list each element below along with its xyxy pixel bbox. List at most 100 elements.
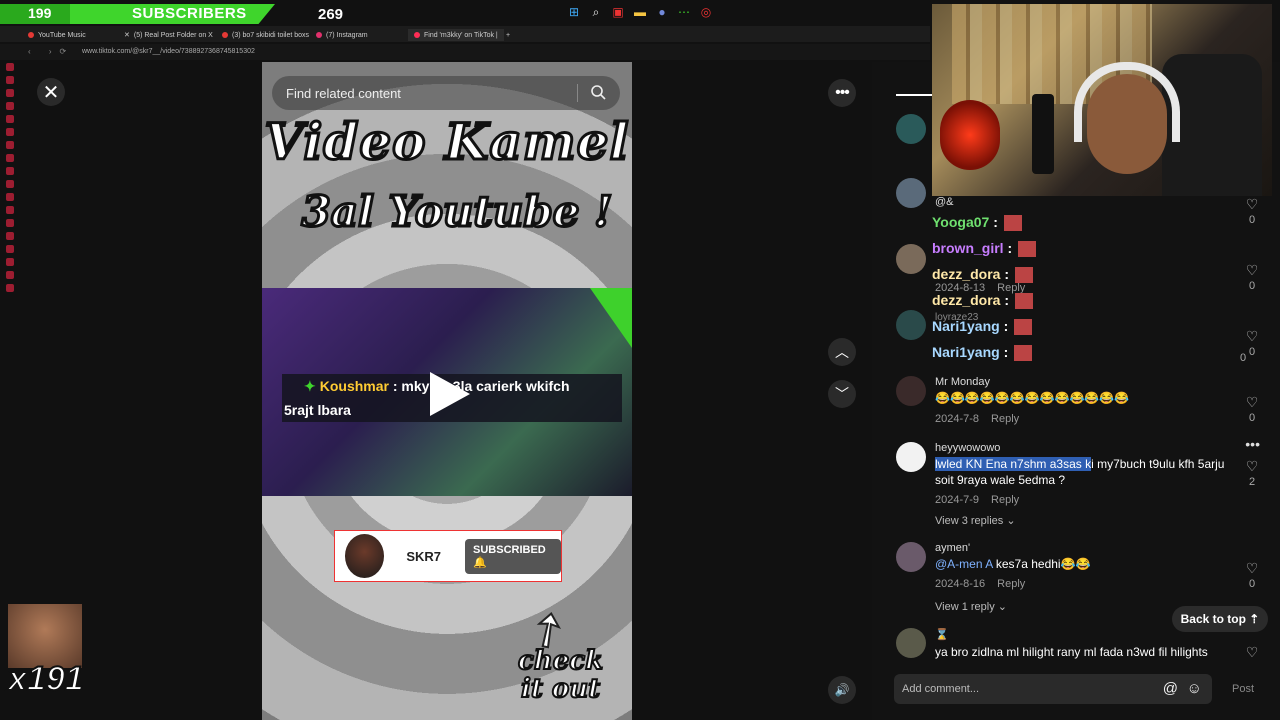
post-button[interactable]: Post [1232, 683, 1254, 695]
comment-username[interactable]: ⌛ [935, 628, 949, 641]
windows-icon[interactable]: ⊞ [566, 4, 582, 20]
comment-username[interactable]: Mr Monday [935, 376, 990, 388]
url-text[interactable]: www.tiktok.com/@skr7__/video/73889273687… [82, 48, 255, 55]
combo-counter: x191 [7, 659, 85, 699]
reply-link[interactable]: Reply [991, 494, 1019, 506]
search-input[interactable]: Find related content [286, 86, 401, 101]
subscriber-label: SUBSCRIBERS [132, 5, 247, 22]
sidebar-app-icon[interactable] [6, 128, 14, 136]
like-count: 0 [1248, 346, 1256, 358]
x-icon: ✕ [124, 32, 130, 39]
subscriber-goal: 269 [318, 6, 344, 23]
subscribed-button: SUBSCRIBED 🔔 [465, 538, 561, 574]
avatar[interactable] [896, 442, 926, 472]
search-icon[interactable] [590, 84, 606, 100]
sidebar-app-icon[interactable] [6, 180, 14, 188]
search-icon[interactable]: ⌕ [588, 4, 604, 20]
chat-user: Koushmar [319, 378, 389, 394]
comment-meta: 2024-7-9 Reply [935, 494, 1020, 506]
sidebar-app-icon[interactable] [6, 206, 14, 214]
heart-icon[interactable]: ♡ [1244, 560, 1260, 577]
like-count: 0 [1248, 578, 1256, 590]
previous-video-button[interactable]: ︿ [828, 338, 856, 366]
sidebar-app-icon[interactable] [6, 284, 14, 292]
chat-overlay-row: Yooga07 : [932, 214, 1022, 232]
play-icon[interactable] [430, 372, 470, 416]
avatar[interactable] [896, 376, 926, 406]
discord-icon[interactable]: ● [654, 4, 670, 20]
sidebar-app-icon[interactable] [6, 89, 14, 97]
heart-icon[interactable]: ♡ [1244, 458, 1260, 475]
avatar[interactable] [896, 628, 926, 658]
sidebar-app-icon[interactable] [6, 76, 14, 84]
folder-icon[interactable]: ▬ [632, 4, 648, 20]
sidebar-app-icon[interactable] [6, 167, 14, 175]
sidebar-app-icon[interactable] [6, 63, 14, 71]
heart-icon[interactable]: ♡ [1244, 196, 1260, 213]
avatar[interactable] [896, 114, 926, 144]
volume-icon[interactable]: 🔊 [828, 676, 856, 704]
chevron-down-icon: ⌄ [1006, 515, 1016, 527]
app-icon[interactable]: ⋯ [676, 4, 692, 20]
sidebar-app-icon[interactable] [6, 193, 14, 201]
sidebar-app-icon[interactable] [6, 232, 14, 240]
next-video-button[interactable]: ﹀ [828, 380, 856, 408]
check-it-out-text: check it out [517, 646, 604, 704]
sidebar-app-icon[interactable] [6, 141, 14, 149]
browser-tabs: YouTube Music ✕ (5) Real Post Folder on X… [0, 26, 930, 42]
sidebar-app-icon[interactable] [6, 102, 14, 110]
taskbar: ⊞ ⌕ ▣ ▬ ● ⋯ ◎ [566, 4, 714, 20]
emoji-icon[interactable]: ☺ [1187, 680, 1202, 697]
more-options-icon[interactable]: ••• [828, 79, 856, 107]
terminal-icon[interactable]: ▣ [610, 4, 626, 20]
comment-text: @A-men A kes7a hedhi😂😂 [935, 557, 1091, 571]
tab-youtube[interactable]: (3) bo7 skibidi toilet boxs [222, 29, 309, 41]
back-to-top-button[interactable]: Back to top ⇡ [1172, 606, 1268, 632]
mention-icon[interactable]: @ [1163, 680, 1178, 697]
tab-instagram[interactable]: (7) Instagram [316, 29, 368, 41]
heart-icon[interactable]: ♡ [1244, 394, 1260, 411]
add-comment-placeholder[interactable]: Add comment... [902, 683, 979, 695]
sidebar-app-icon[interactable] [6, 258, 14, 266]
sidebar-app-icon[interactable] [6, 154, 14, 162]
comments-tab-indicator [896, 94, 936, 96]
add-comment-input[interactable]: Add comment... @ ☺ [894, 674, 1212, 704]
view-replies-link[interactable]: View 1 reply ⌄ [935, 600, 1007, 613]
chat-text: : mky i a 3la carierk wkifch [392, 378, 570, 394]
back-forward-icons[interactable]: ‹ ›⟳ [28, 47, 74, 56]
address-bar[interactable]: ‹ ›⟳ www.tiktok.com/@skr7__/video/738892… [0, 44, 930, 60]
avatar[interactable] [896, 178, 926, 208]
reply-link[interactable]: Reply [997, 578, 1025, 590]
chat-overlay-row: dezz_dora : [932, 266, 1033, 284]
heart-icon[interactable]: ♡ [1244, 328, 1260, 345]
tab-tiktok[interactable]: Find 'm3kky' on TikTok | [408, 29, 504, 41]
heart-icon[interactable]: ♡ [1244, 262, 1260, 279]
tab-x[interactable]: ✕ (5) Real Post Folder on X [124, 29, 213, 41]
new-tab-button[interactable]: + [506, 29, 510, 41]
avatar[interactable] [896, 542, 926, 572]
sidebar-app-icon[interactable] [6, 245, 14, 253]
sparkle-icon: ✦ [304, 378, 316, 394]
chat-overlay-row: brown_girl : [932, 240, 1037, 258]
sidebar-app-icon[interactable] [6, 219, 14, 227]
chat-overlay-row: Nari1yang : [932, 344, 1033, 362]
video-player[interactable]: Find related content Video Kamel 3al You… [262, 62, 632, 720]
avatar[interactable] [896, 310, 926, 340]
heart-icon[interactable]: ♡ [1244, 644, 1260, 661]
comment-username[interactable]: aymen' [935, 542, 970, 554]
sidebar-app-icon[interactable] [6, 115, 14, 123]
like-count: 0 [1248, 214, 1256, 226]
webcam-feed [932, 4, 1272, 196]
sidebar-app-icon[interactable] [6, 271, 14, 279]
more-options-icon[interactable]: ••• [1245, 436, 1260, 452]
tab-youtube-music[interactable]: YouTube Music [28, 29, 86, 41]
reply-link[interactable]: Reply [991, 413, 1019, 425]
close-icon[interactable]: ✕ [37, 78, 65, 106]
related-search[interactable]: Find related content [272, 76, 620, 110]
view-replies-link[interactable]: View 3 replies ⌄ [935, 514, 1016, 527]
comment-username[interactable]: heyywowowo [935, 442, 1000, 454]
video-clip-thumbnail: ✦ Koushmar : mky i a 3la carierk wkifch 5… [262, 288, 632, 496]
browser-icon[interactable]: ◎ [698, 4, 714, 20]
avatar[interactable] [896, 244, 926, 274]
youtube-music-icon [28, 32, 34, 38]
